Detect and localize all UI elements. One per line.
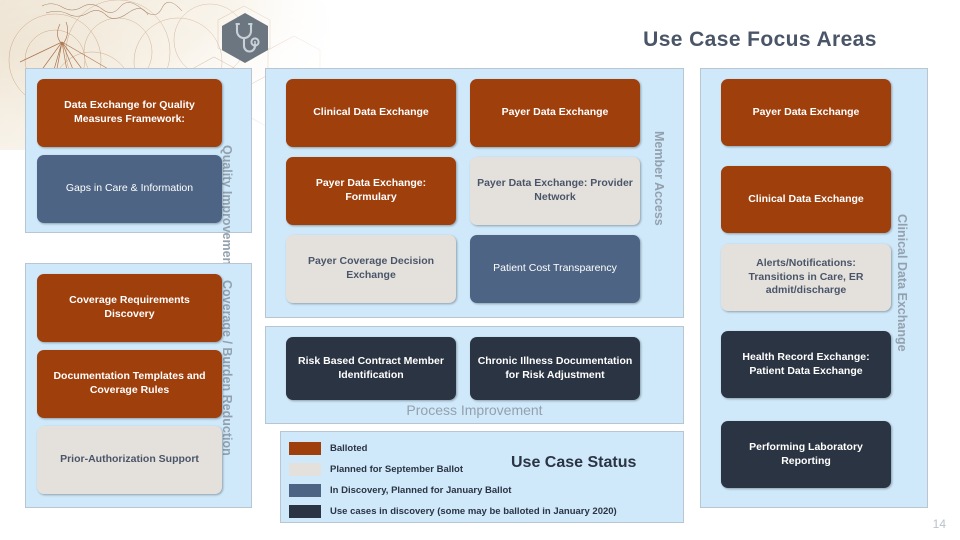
use-case-label: Health Record Exchange: Patient Data Exc… bbox=[742, 350, 870, 377]
use-case-label: Chronic Illness Documentation for Risk A… bbox=[477, 354, 633, 381]
use-case-box[interactable]: Clinical Data Exchange bbox=[286, 79, 456, 147]
use-case-label: Payer Data Exchange bbox=[501, 106, 609, 119]
legend-swatch-in-discovery-january bbox=[289, 484, 321, 497]
legend-swatch-use-cases-in-discovery bbox=[289, 505, 321, 518]
use-case-label: Payer Coverage Decision Exchange bbox=[307, 255, 435, 281]
use-case-box[interactable]: Payer Data Exchange: Formulary bbox=[286, 157, 456, 225]
use-case-label: Performing Laboratory Reporting bbox=[749, 440, 863, 467]
use-case-label: Data Exchange for Quality Measures Frame… bbox=[64, 99, 195, 125]
legend-label: Planned for September Ballot bbox=[330, 464, 464, 475]
use-case-box[interactable]: Coverage Requirements Discovery bbox=[37, 274, 222, 342]
use-case-label: Risk Based Contract Member Identificatio… bbox=[298, 354, 444, 381]
use-case-box[interactable]: Health Record Exchange: Patient Data Exc… bbox=[721, 331, 891, 398]
panel-process-improvement: Risk Based Contract Member Identificatio… bbox=[265, 326, 684, 424]
use-case-label: Payer Data Exchange: Formulary bbox=[315, 177, 427, 203]
legend-item: In Discovery, Planned for January Ballot bbox=[289, 483, 511, 498]
page-title: Use Case Focus Areas bbox=[643, 28, 877, 51]
use-case-box[interactable]: Data Exchange for Quality Measures Frame… bbox=[37, 79, 222, 147]
use-case-box[interactable]: Patient Cost Transparency bbox=[470, 235, 640, 303]
use-case-label: Payer Data Exchange bbox=[752, 105, 860, 118]
legend-panel: Use Case Status Balloted Planned for Sep… bbox=[280, 431, 684, 523]
use-case-label: Payer Data Exchange: Provider Network bbox=[477, 177, 633, 203]
panel-member-access: Member Access Clinical Data Exchange Pay… bbox=[265, 68, 684, 318]
panel-coverage-burden-reduction: Coverage / Burden Reduction Coverage Req… bbox=[25, 263, 252, 508]
legend-title: Use Case Status bbox=[511, 454, 637, 471]
panel-quality-improvement: Quality Improvement Data Exchange for Qu… bbox=[25, 68, 252, 269]
legend-item: Use cases in discovery (some may be ball… bbox=[289, 504, 617, 519]
use-case-box[interactable]: Payer Data Exchange bbox=[721, 79, 891, 146]
use-case-box[interactable]: Performing Laboratory Reporting bbox=[721, 421, 891, 488]
legend-swatch-planned-september bbox=[289, 463, 321, 476]
use-case-box[interactable]: Risk Based Contract Member Identificatio… bbox=[286, 337, 456, 400]
use-case-box[interactable]: Payer Data Exchange: Provider Network bbox=[470, 157, 640, 225]
use-case-label: Clinical Data Exchange bbox=[748, 192, 864, 205]
legend-item: Planned for September Ballot bbox=[289, 462, 463, 477]
use-case-box[interactable]: Payer Data Exchange bbox=[470, 79, 640, 147]
use-case-label: Documentation Templates and Coverage Rul… bbox=[53, 370, 206, 396]
use-case-label: Gaps in Care & Information bbox=[65, 182, 194, 195]
use-case-box[interactable]: Alerts/Notifications: Transitions in Car… bbox=[721, 244, 891, 311]
stethoscope-hexagon-logo-icon bbox=[219, 12, 271, 64]
use-case-box[interactable]: Chronic Illness Documentation for Risk A… bbox=[470, 337, 640, 400]
panel-vertical-label-member-access: Member Access bbox=[652, 131, 666, 226]
page-number: 14 bbox=[932, 517, 946, 531]
use-case-label: Coverage Requirements Discovery bbox=[69, 294, 190, 320]
use-case-box[interactable]: Clinical Data Exchange bbox=[721, 166, 891, 233]
panel-vertical-label-clinical-data-exchange: Clinical Data Exchange bbox=[895, 214, 909, 352]
panel-vertical-label-coverage-burden-reduction: Coverage / Burden Reduction bbox=[220, 280, 234, 456]
slide-canvas: Use Case Focus Areas Quality Improvement… bbox=[0, 0, 960, 540]
use-case-label: Patient Cost Transparency bbox=[493, 262, 617, 275]
legend-label: Balloted bbox=[330, 443, 368, 454]
use-case-box[interactable]: Prior-Authorization Support bbox=[37, 426, 222, 494]
legend-label: In Discovery, Planned for January Ballot bbox=[330, 485, 512, 496]
use-case-box[interactable]: Payer Coverage Decision Exchange bbox=[286, 235, 456, 303]
use-case-label: Prior-Authorization Support bbox=[60, 453, 199, 466]
use-case-label: Alerts/Notifications: Transitions in Car… bbox=[748, 256, 864, 297]
legend-item: Balloted bbox=[289, 441, 367, 456]
use-case-box[interactable]: Documentation Templates and Coverage Rul… bbox=[37, 350, 222, 418]
legend-swatch-balloted bbox=[289, 442, 321, 455]
panel-caption-process-improvement: Process Improvement bbox=[406, 402, 543, 418]
use-case-box[interactable]: Gaps in Care & Information bbox=[37, 155, 222, 223]
use-case-label: Clinical Data Exchange bbox=[313, 106, 429, 119]
legend-label: Use cases in discovery (some may be ball… bbox=[330, 506, 617, 517]
panel-vertical-label-quality-improvement: Quality Improvement bbox=[220, 145, 234, 270]
panel-clinical-data-exchange: Clinical Data Exchange Payer Data Exchan… bbox=[700, 68, 928, 508]
